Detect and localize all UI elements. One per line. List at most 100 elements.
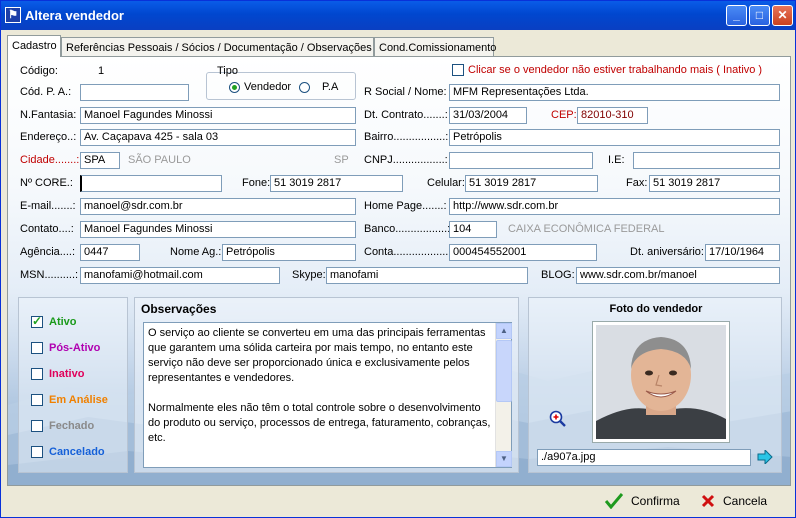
tab-comissionamento[interactable]: Cond.Comissionamento (374, 37, 496, 57)
endereco-input[interactable]: Av. Caçapava 425 - sala 03 (80, 129, 356, 146)
cidade-code-input[interactable]: SPA (80, 152, 120, 169)
close-button[interactable]: ✕ (772, 5, 793, 26)
scroll-thumb[interactable] (496, 340, 512, 402)
cadastro-panel: Código: 1 Tipo Vendedor P.A Clicar se o … (7, 56, 791, 486)
agencia-input[interactable]: 0447 (80, 244, 140, 261)
bairro-label: Bairro.................: (364, 131, 449, 143)
ie-label: I.E: (608, 154, 625, 166)
zoom-in-icon[interactable] (549, 410, 567, 428)
skype-label: Skype: (292, 269, 326, 281)
conta-input[interactable]: 000454552001 (449, 244, 597, 261)
vendedor-photo (592, 321, 730, 443)
blog-input[interactable]: www.sdr.com.br/manoel (576, 267, 780, 284)
dtcontrato-label: Dt. Contrato.......: (364, 109, 448, 121)
dtcontrato-input[interactable]: 31/03/2004 (449, 107, 527, 124)
window-title: Altera vendedor (25, 8, 124, 23)
banco-name: CAIXA ECONÔMICA FEDERAL (508, 223, 665, 235)
contato-input[interactable]: Manoel Fagundes Minossi (80, 221, 356, 238)
cep-input[interactable]: 82010-310 (577, 107, 648, 124)
cod-pa-input[interactable] (80, 84, 189, 101)
cnpj-input[interactable] (449, 152, 593, 169)
status-em-analise-label: Em Análise (49, 394, 108, 406)
banco-code-input[interactable]: 104 (449, 221, 497, 238)
arrow-right-icon[interactable] (757, 448, 773, 466)
tipo-group: Tipo Vendedor P.A (206, 65, 356, 100)
status-pos-ativo-label: Pós-Ativo (49, 342, 101, 354)
cancela-button[interactable]: Cancela (701, 491, 767, 511)
fax-input[interactable]: 51 3019 2817 (649, 175, 780, 192)
observacoes-title: Observações (141, 302, 217, 316)
rsocial-label: R Social / Nome: (364, 86, 447, 98)
codigo-label: Código: (20, 65, 58, 77)
confirma-button[interactable]: Confirma (605, 491, 680, 511)
person-portrait-image (596, 325, 726, 439)
minimize-button[interactable]: _ (726, 5, 747, 26)
tab-cadastro[interactable]: Cadastro (7, 35, 61, 57)
tipo-vendedor-radio[interactable] (229, 82, 240, 93)
core-input[interactable] (80, 175, 222, 192)
cep-label: CEP: (551, 109, 577, 121)
observacoes-scrollbar[interactable]: ▲ ▼ (495, 323, 512, 467)
scroll-down-icon[interactable]: ▼ (496, 451, 512, 467)
app-icon: ⚑ (5, 7, 21, 23)
status-inativo-checkbox[interactable] (31, 368, 43, 380)
blog-label: BLOG: (541, 269, 575, 281)
tipo-pa-radio[interactable] (299, 82, 310, 93)
bairro-input[interactable]: Petrópolis (449, 129, 780, 146)
cancela-label: Cancela (723, 494, 768, 508)
cidade-name: SÃO PAULO (128, 154, 191, 166)
observacoes-text: O serviço ao cliente se converteu em uma… (148, 327, 491, 444)
title-bar[interactable]: ⚑ Altera vendedor _ □ ✕ (1, 1, 795, 30)
agencia-label: Agência....: (20, 246, 76, 258)
x-icon (701, 494, 715, 508)
fantasia-input[interactable]: Manoel Fagundes Minossi (80, 107, 356, 124)
skype-input[interactable]: manofami (326, 267, 528, 284)
status-fechado-label: Fechado (49, 420, 95, 432)
maximize-button[interactable]: □ (749, 5, 770, 26)
foto-filename-input[interactable]: ./a907a.jpg (537, 449, 751, 466)
nomeag-input[interactable]: Petrópolis (222, 244, 356, 261)
nomeag-label: Nome Ag.: (170, 246, 222, 258)
homepage-label: Home Page.......: (364, 200, 447, 212)
status-em-analise-checkbox[interactable] (31, 394, 43, 406)
status-pos-ativo-checkbox[interactable] (31, 342, 43, 354)
email-label: E-mail.......: (20, 200, 76, 212)
uf-value: SP (334, 154, 349, 166)
cidade-label: Cidade.......: (20, 154, 80, 166)
scroll-up-icon[interactable]: ▲ (496, 323, 512, 339)
msn-input[interactable]: manofami@hotmail.com (80, 267, 280, 284)
inativo-checkbox[interactable] (452, 64, 464, 76)
fantasia-label: N.Fantasia: (20, 109, 77, 121)
tipo-vendedor-label: Vendedor (244, 81, 292, 93)
tab-referencias[interactable]: Referências Pessoais / Sócios / Document… (61, 37, 374, 57)
status-inativo-label: Inativo (49, 368, 85, 380)
status-cancelado-checkbox[interactable] (31, 446, 43, 458)
email-input[interactable]: manoel@sdr.com.br (80, 198, 356, 215)
aniversario-label: Dt. aniversário: (630, 246, 704, 258)
core-label: Nº CORE.: (20, 177, 73, 189)
status-fechado-checkbox[interactable] (31, 420, 43, 432)
celular-label: Celular: (427, 177, 465, 189)
fax-label: Fax: (626, 177, 648, 189)
endereco-label: Endereço..: (20, 131, 77, 143)
observacoes-textarea[interactable]: O serviço ao cliente se converteu em uma… (143, 322, 512, 468)
rsocial-input[interactable]: MFM Representações Ltda. (449, 84, 780, 101)
check-icon (605, 493, 623, 509)
inativo-checkbox-label: Clicar se o vendedor não estiver trabalh… (468, 64, 763, 76)
foto-title: Foto do vendedor (609, 303, 703, 315)
aniversario-input[interactable]: 17/10/1964 (705, 244, 780, 261)
foto-group: Foto do vendedor ./a907a.jpg (528, 297, 782, 473)
ie-input[interactable] (633, 152, 780, 169)
celular-input[interactable]: 51 3019 2817 (465, 175, 598, 192)
msn-label: MSN..........: (20, 269, 79, 281)
observacoes-group: Observações O serviço ao cliente se conv… (134, 297, 519, 473)
tipo-pa-label: P.A (322, 81, 339, 93)
fone-label: Fone: (242, 177, 271, 189)
banco-label: Banco.................: (364, 223, 451, 235)
fone-input[interactable]: 51 3019 2817 (270, 175, 403, 192)
conta-label: Conta...................: (364, 246, 455, 258)
status-ativo-checkbox[interactable] (31, 314, 43, 328)
tipo-label: Tipo (217, 65, 238, 77)
homepage-input[interactable]: http://www.sdr.com.br (449, 198, 780, 215)
status-cancelado-label: Cancelado (49, 446, 105, 458)
